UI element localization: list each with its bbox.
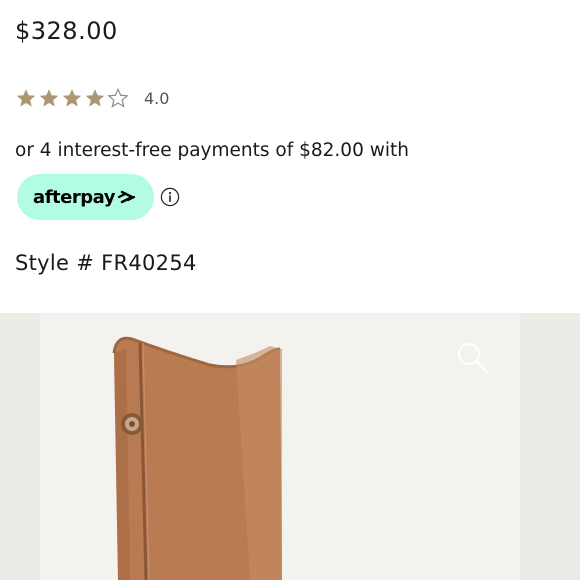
star-icon-empty bbox=[107, 87, 129, 108]
product-price: $328.00 bbox=[15, 17, 118, 45]
magnifier-icon[interactable] bbox=[456, 341, 490, 375]
afterpay-arrows-icon bbox=[117, 190, 136, 204]
info-icon[interactable] bbox=[160, 187, 180, 207]
afterpay-brand-text: afterpay bbox=[33, 186, 115, 208]
product-image[interactable] bbox=[0, 313, 580, 580]
rating[interactable]: 4.0 bbox=[15, 87, 169, 109]
star-icon-filled bbox=[85, 89, 105, 107]
afterpay-badge[interactable]: afterpay bbox=[17, 174, 154, 220]
star-icon-filled bbox=[62, 89, 82, 107]
style-number: Style # FR40254 bbox=[15, 251, 197, 275]
star-icon-filled bbox=[16, 89, 36, 107]
boot-image bbox=[0, 313, 580, 580]
installments-text: or 4 interest-free payments of $82.00 wi… bbox=[15, 140, 409, 161]
star-icon-filled bbox=[39, 89, 59, 107]
rating-value: 4.0 bbox=[144, 88, 170, 108]
